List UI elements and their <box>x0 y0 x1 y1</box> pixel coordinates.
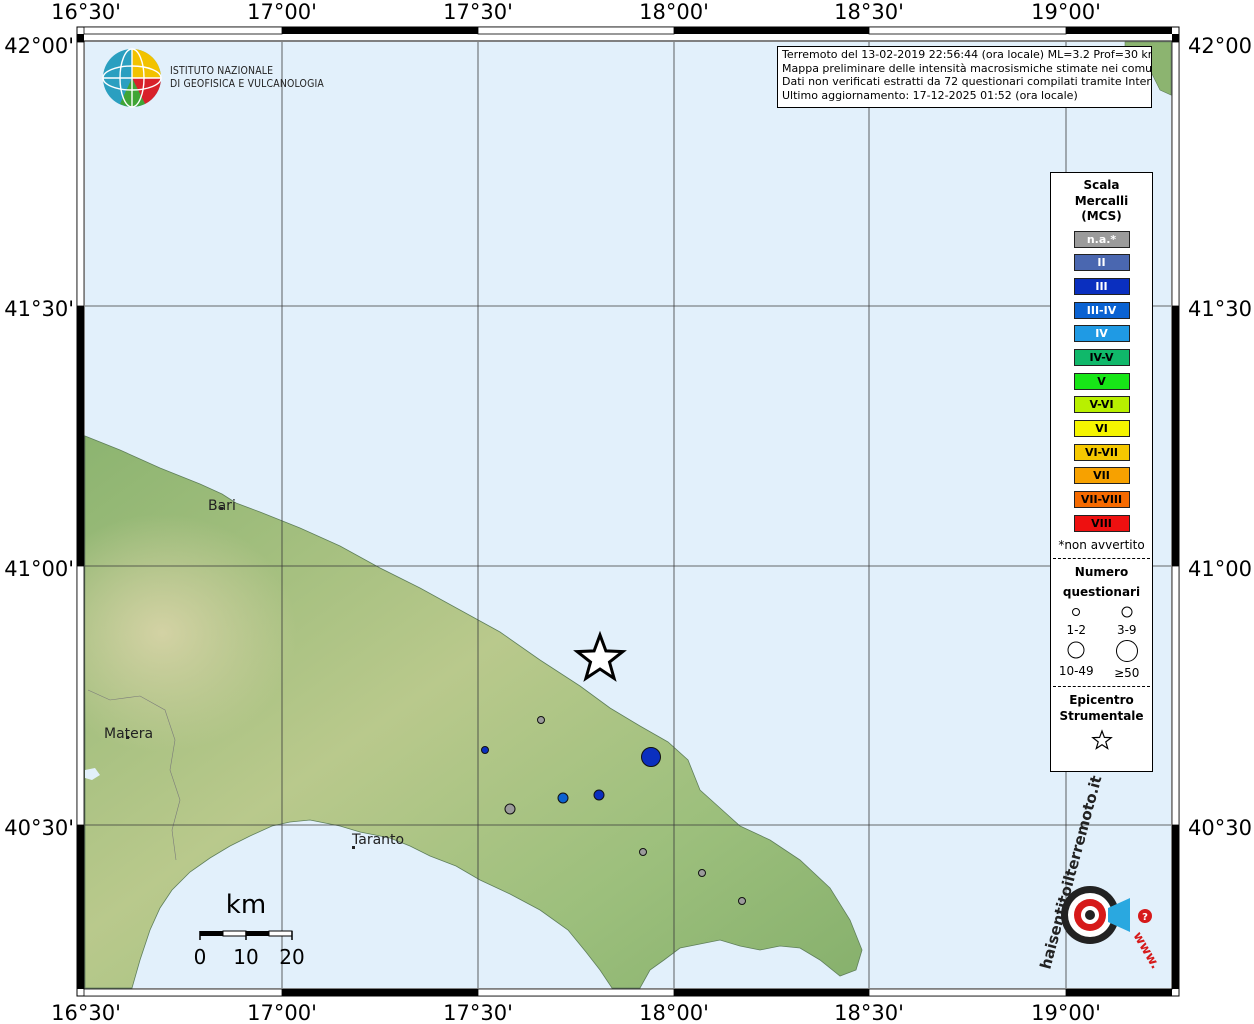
legend-swatch: II <box>1073 254 1130 272</box>
lat-tick: 41°30' <box>4 297 74 321</box>
legend-swatch: VI-VII <box>1073 443 1130 461</box>
lat-tick: 41°30' <box>1188 297 1254 321</box>
city-label-matera: Matera <box>104 726 153 742</box>
legend-not-felt-note: *non avvertito <box>1058 538 1145 553</box>
lon-ticks-top: 16°30' 17°00' 17°30' 18°00' 18°30' 19°00… <box>51 0 1101 24</box>
intensity-point[interactable] <box>641 747 661 767</box>
legend: Scala Mercalli (MCS) n.a.* II III III-IV IV I… <box>1050 172 1153 772</box>
lat-tick: 42°00' <box>4 34 74 58</box>
scale-bar-label: 20 <box>279 945 304 969</box>
lon-tick: 17°30' <box>443 1001 513 1024</box>
legend-swatch: III <box>1073 277 1130 295</box>
lat-tick: 40°30' <box>4 816 74 840</box>
lon-tick: 19°00' <box>1031 1001 1101 1024</box>
svg-text:?: ? <box>1142 912 1148 923</box>
ingv-logo-line: ISTITUTO NAZIONALE <box>170 64 274 77</box>
intensity-point[interactable] <box>557 792 569 804</box>
legend-swatch: n.a.* <box>1073 230 1130 248</box>
legend-star-icon <box>1090 729 1113 751</box>
lon-tick: 18°30' <box>834 0 904 24</box>
count-label: 10-49 <box>1058 664 1094 679</box>
lat-tick: 41°00' <box>1188 557 1254 581</box>
ingv-globe-icon <box>102 48 162 108</box>
lat-ticks-right: 42°00' 41°30' 41°00' 40°30' <box>1188 34 1254 840</box>
intensity-point[interactable] <box>504 803 516 815</box>
legend-scale: n.a.* II III III-IV IV IV-V V V-VI VI VI-VII VII VI… <box>1051 230 1152 532</box>
lon-tick: 17°00' <box>247 1001 317 1024</box>
event-info-line: Ultimo aggiornamento: 17-12-2025 01:52 (… <box>782 88 1078 102</box>
lon-tick: 16°30' <box>51 1001 121 1024</box>
lon-tick: 18°00' <box>639 1001 709 1024</box>
lon-tick: 19°00' <box>1031 0 1101 24</box>
ingv-logo-text: ISTITUTO NAZIONALE DI GEOFISICA E VULCAN… <box>170 64 324 90</box>
lon-tick: 17°30' <box>443 0 513 24</box>
legend-swatch: IV <box>1073 325 1130 343</box>
intensity-point[interactable] <box>698 869 706 877</box>
city-marker <box>220 507 223 510</box>
city-marker <box>126 736 129 739</box>
legend-swatch: V-VI <box>1073 396 1130 414</box>
legend-epicenter-title: Epicentro Strumentale <box>1059 693 1144 723</box>
legend-count-title: Numero questionari <box>1062 565 1141 599</box>
legend-swatch: VII <box>1073 467 1130 485</box>
scale-bar-label: 0 <box>194 945 207 969</box>
intensity-point[interactable] <box>639 848 647 856</box>
legend-swatch: V <box>1073 372 1130 390</box>
lat-ticks-left: 42°00' 41°30' 41°00' 40°30' <box>4 34 74 840</box>
lon-tick: 18°00' <box>639 0 709 24</box>
count-label: 3-9 <box>1116 623 1137 638</box>
legend-count-sizes: 1-2 3-9 10-49 ≥50 <box>1051 604 1152 680</box>
city-label-taranto: Taranto <box>351 832 404 848</box>
legend-title: Scala Mercalli (MCS) <box>1074 178 1129 223</box>
legend-swatch: III-IV <box>1073 301 1130 319</box>
intensity-point[interactable] <box>537 716 545 724</box>
legend-swatch: IV-V <box>1073 348 1130 366</box>
legend-swatch: VIII <box>1073 514 1130 532</box>
intensity-point[interactable] <box>738 897 746 905</box>
event-info-line: Dati non verificati estratti da 72 quest… <box>782 75 1152 88</box>
legend-swatch: VI <box>1073 420 1130 437</box>
city-label-bari: Bari <box>208 498 236 514</box>
lon-tick: 16°30' <box>51 0 121 24</box>
scale-bar-unit: km <box>226 890 266 920</box>
intensity-point[interactable] <box>481 746 489 754</box>
lat-tick: 40°30' <box>1188 816 1254 840</box>
intensity-point[interactable] <box>593 789 605 801</box>
event-info-line: Terremoto del 13-02-2019 22:56:44 (ora l… <box>782 48 1152 61</box>
ingv-logo-line: DI GEOFISICA E VULCANOLOGIA <box>170 77 325 90</box>
count-label: ≥50 <box>1114 666 1140 681</box>
lon-tick: 18°30' <box>834 1001 904 1024</box>
lat-tick: 41°00' <box>4 557 74 581</box>
lon-ticks-bottom: 16°30' 17°00' 17°30' 18°00' 18°30' 19°00… <box>51 1001 1101 1024</box>
city-marker <box>352 846 355 849</box>
lon-tick: 17°00' <box>247 0 317 24</box>
legend-swatch: VII-VIII <box>1073 491 1130 509</box>
event-info-box: Terremoto del 13-02-2019 22:56:44 (ora l… <box>777 46 1152 108</box>
lat-tick: 42°00' <box>1188 34 1254 58</box>
scale-bar-label: 10 <box>233 945 258 969</box>
count-label: 1-2 <box>1066 623 1087 638</box>
event-info-line: Mappa preliminare delle intensità macros… <box>782 61 1152 75</box>
